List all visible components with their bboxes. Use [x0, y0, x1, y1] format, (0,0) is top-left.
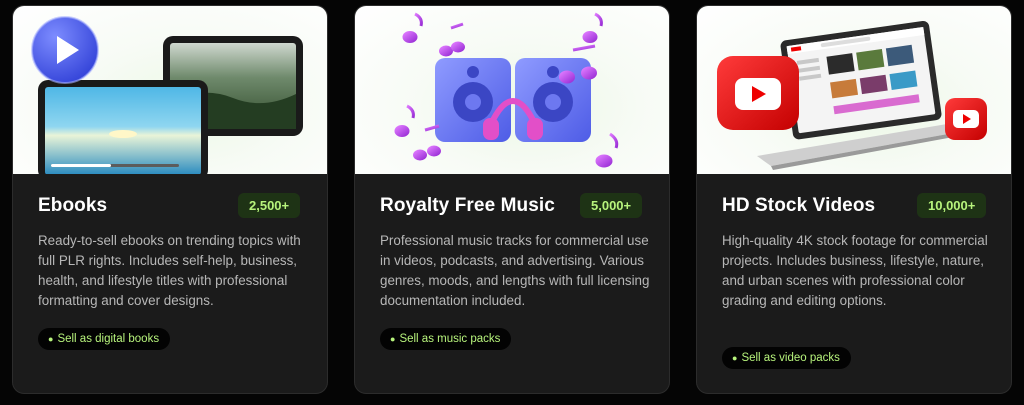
count-badge: 5,000+ [580, 193, 643, 218]
card-ebooks[interactable]: Ebooks 2,500+ Ready-to-sell ebooks on tr… [12, 5, 328, 394]
videos-illustration [697, 6, 1011, 174]
card-description: Professional music tracks for commercial… [380, 233, 650, 308]
tag-pill: ● Sell as video packs [722, 347, 851, 369]
count-badge: 2,500+ [238, 193, 301, 218]
card-description: High-quality 4K stock footage for commer… [722, 233, 988, 308]
card-title: Ebooks [38, 195, 108, 216]
ebooks-illustration [13, 6, 327, 174]
tag-label: Sell as music packs [399, 333, 501, 345]
music-illustration [355, 6, 669, 174]
tag-label: Sell as digital books [57, 333, 160, 345]
card-description: Ready-to-sell ebooks on trending topics … [38, 233, 301, 308]
card-royalty-free-music[interactable]: Royalty Free Music 5,000+ Professional m… [354, 5, 670, 394]
card-hd-stock-videos[interactable]: HD Stock Videos 10,000+ High-quality 4K … [696, 5, 1012, 394]
tag-pill: ● Sell as music packs [380, 328, 512, 350]
count-badge: 10,000+ [917, 193, 987, 218]
bullet-dot-icon: ● [732, 353, 738, 363]
card-title: Royalty Free Music [380, 195, 555, 216]
bullet-dot-icon: ● [390, 334, 396, 344]
bullet-dot-icon: ● [48, 334, 54, 344]
tag-label: Sell as video packs [741, 352, 840, 364]
speakers-headphones-icon [394, 12, 619, 168]
laptop-youtube-icon [717, 20, 987, 170]
tablet-video-player-icon [31, 16, 303, 174]
tag-pill: ● Sell as digital books [38, 328, 171, 350]
card-title: HD Stock Videos [722, 195, 876, 216]
